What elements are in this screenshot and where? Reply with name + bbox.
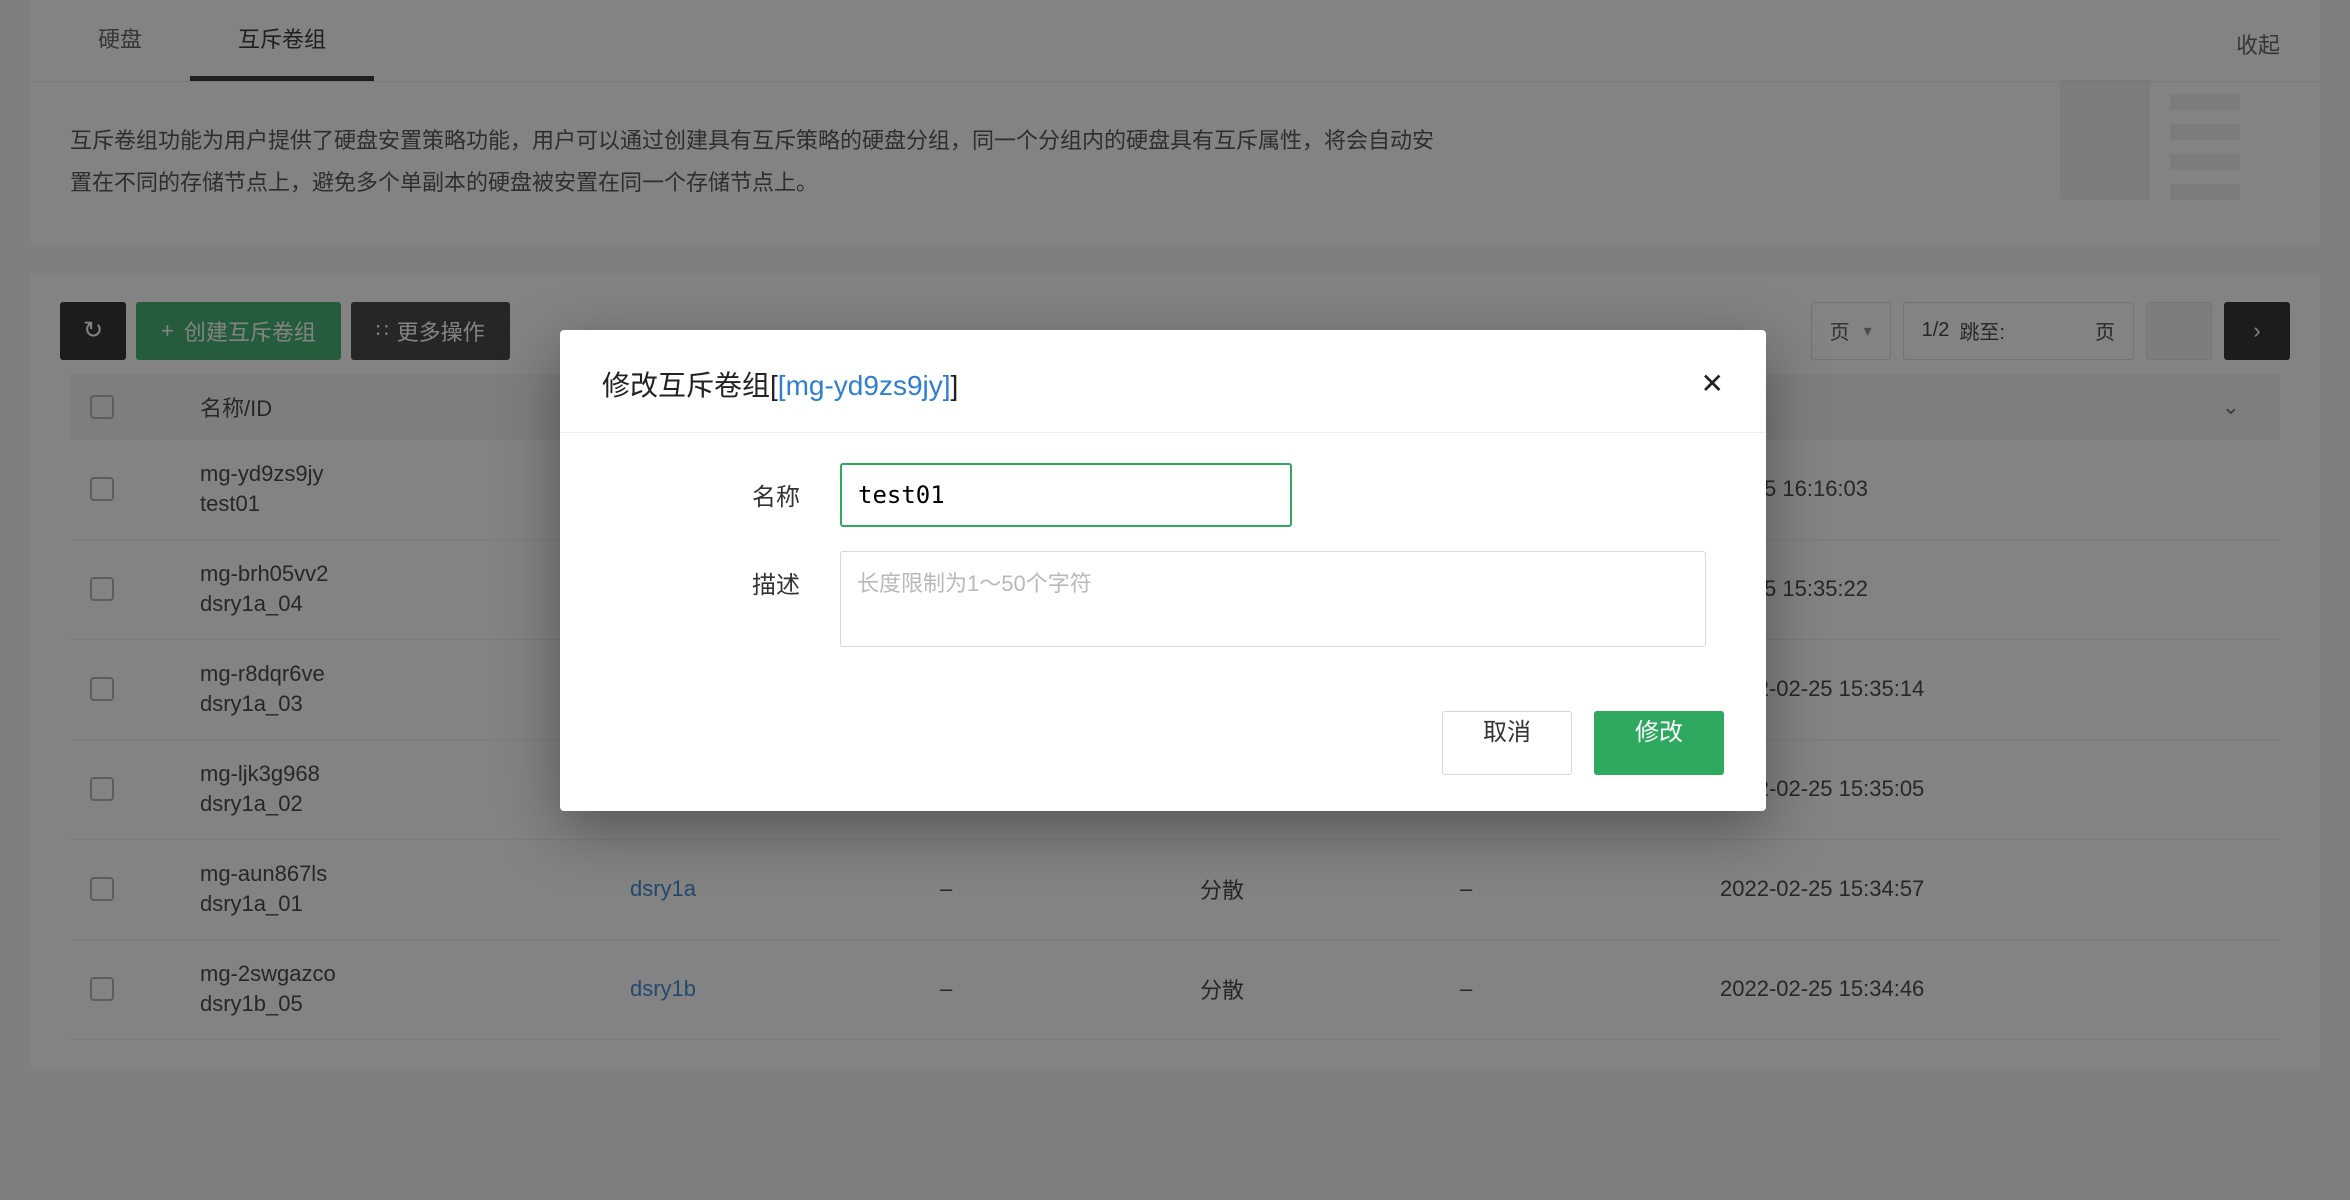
cancel-button[interactable]: 取消 (1442, 711, 1572, 775)
desc-label: 描述 (620, 551, 800, 600)
form-row-name: 名称 (620, 463, 1706, 527)
modal-entity-id: [mg-yd9zs9jy] (778, 370, 951, 402)
edit-mutex-group-modal: 修改互斥卷组 [ [mg-yd9zs9jy] ] ✕ 名称 描述 取消 修改 (560, 330, 1766, 811)
modal-header: 修改互斥卷组 [ [mg-yd9zs9jy] ] ✕ (560, 330, 1766, 433)
form-row-desc: 描述 (620, 551, 1706, 647)
modal-title-bracket-close: ] (951, 370, 959, 402)
modal-title: 修改互斥卷组 [ [mg-yd9zs9jy] ] (602, 364, 958, 404)
modal-title-bracket-open: [ (770, 370, 778, 402)
name-input[interactable] (840, 463, 1292, 527)
modal-title-text: 修改互斥卷组 (602, 364, 770, 404)
close-icon[interactable]: ✕ (1701, 370, 1724, 398)
name-label: 名称 (620, 463, 800, 512)
modal-footer: 取消 修改 (560, 711, 1766, 811)
submit-button[interactable]: 修改 (1594, 711, 1724, 775)
modal-body: 名称 描述 (560, 433, 1766, 711)
desc-textarea[interactable] (840, 551, 1706, 647)
